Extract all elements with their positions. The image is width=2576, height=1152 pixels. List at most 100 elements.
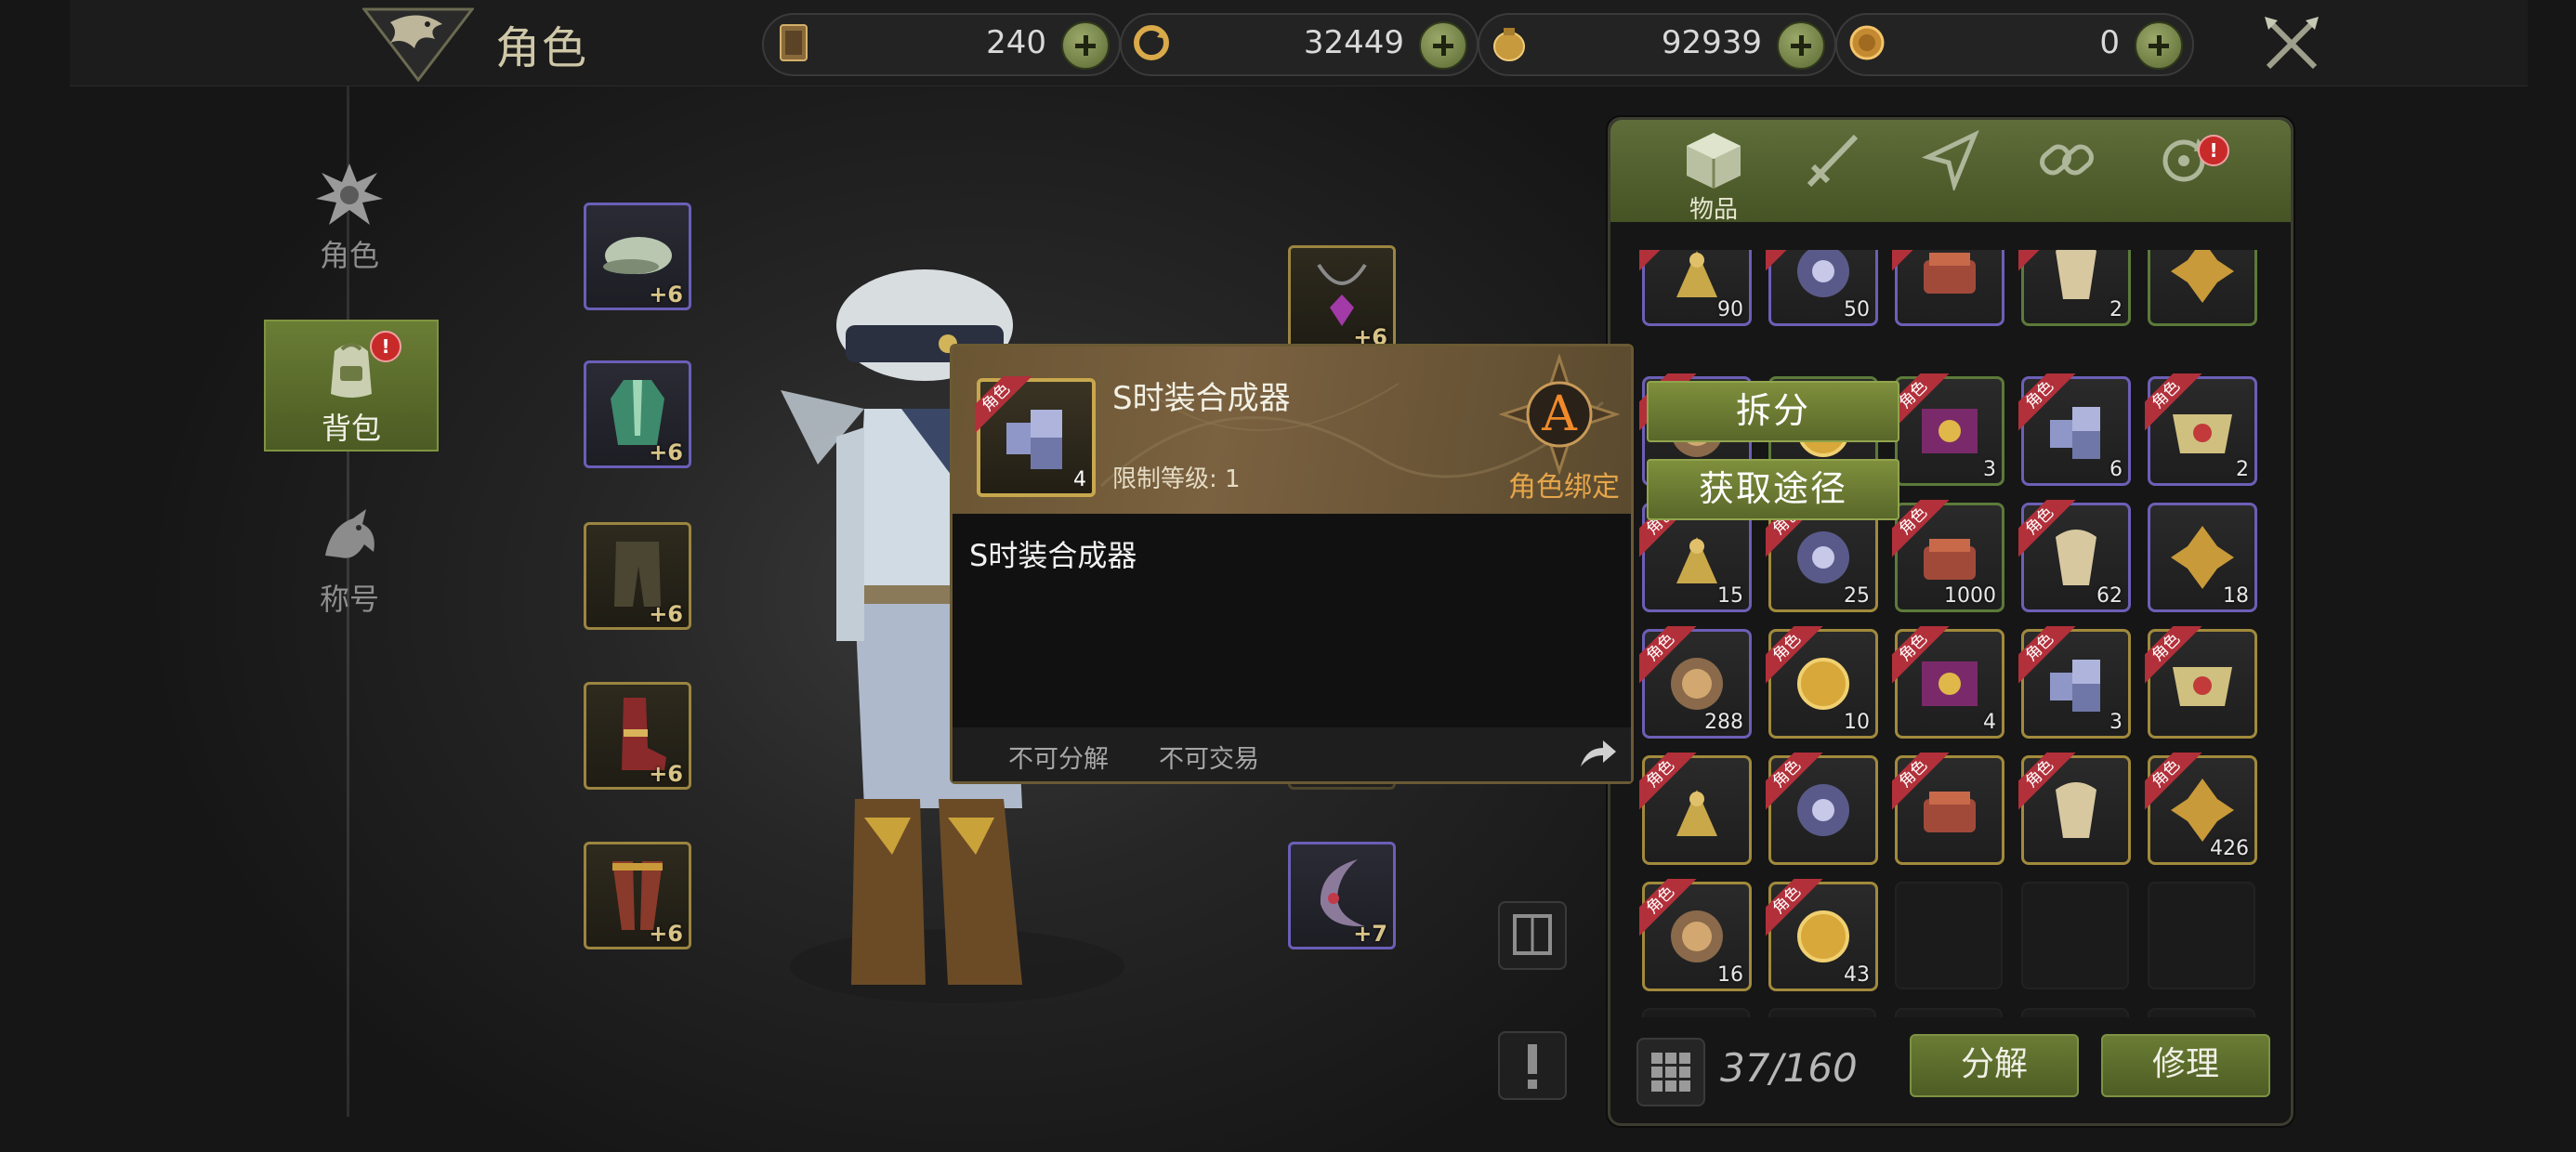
nav-item-label: 称号 bbox=[319, 582, 379, 617]
add-currency-button[interactable] bbox=[2135, 21, 2183, 70]
item-quantity: 2 bbox=[2109, 298, 2123, 321]
equip-slot-belt[interactable]: +6 bbox=[584, 842, 691, 949]
info-button[interactable] bbox=[1498, 1031, 1567, 1100]
add-currency-button[interactable] bbox=[1061, 21, 1110, 70]
inventory-item[interactable]: 角色 62 bbox=[2018, 500, 2131, 612]
item-quantity: 426 bbox=[2210, 837, 2249, 860]
inventory-item[interactable]: 角色 bbox=[1892, 753, 2004, 865]
ribbon-label: 角色 bbox=[1639, 879, 1698, 937]
inventory-item[interactable]: 角色 43 bbox=[1766, 879, 1878, 991]
inventory-item[interactable]: 角色 1000 bbox=[1892, 500, 2004, 612]
crossed-swords-close-icon[interactable] bbox=[2261, 13, 2322, 74]
item-quantity: 4 bbox=[1983, 711, 1996, 734]
tab-items[interactable]: 物品 bbox=[1672, 129, 1755, 224]
dragon-emblem-icon bbox=[362, 7, 474, 82]
inventory-item[interactable]: 角色 3 bbox=[1892, 373, 2004, 486]
add-currency-button[interactable] bbox=[1419, 21, 1467, 70]
wardrobe-button[interactable] bbox=[1498, 901, 1567, 970]
repair-button[interactable]: 修理 bbox=[2101, 1034, 2270, 1097]
inventory-item[interactable]: 角色 288 bbox=[1639, 626, 1752, 739]
nav-item-backpack[interactable]: ! 背包 bbox=[264, 320, 439, 452]
ribbon-label: 角色 bbox=[2018, 500, 2077, 558]
inventory-item[interactable]: 18 bbox=[2148, 503, 2257, 612]
inventory-item[interactable]: 角色 10 bbox=[1766, 626, 1878, 739]
tooltip-item-icon: 角色 4 bbox=[975, 376, 1096, 497]
currency-value: 92939 bbox=[1661, 24, 1762, 61]
inventory-item[interactable]: 角色 2 bbox=[2145, 373, 2257, 486]
tooltip-level-requirement: 限制等级: 1 bbox=[1112, 465, 1241, 493]
grid-view-button[interactable] bbox=[1636, 1038, 1705, 1106]
equip-slot-top[interactable]: +6 bbox=[584, 360, 691, 468]
currency-gold: 92939 bbox=[1478, 13, 1836, 76]
ribbon-label: 角色 bbox=[2018, 626, 2077, 685]
empty-slot[interactable] bbox=[2021, 882, 2129, 989]
share-icon[interactable] bbox=[1577, 735, 1618, 772]
empty-slot[interactable] bbox=[1642, 1008, 1750, 1017]
page-title: 角色 bbox=[495, 22, 589, 74]
bound-ribbon: 角色 bbox=[1639, 753, 1699, 812]
tab-links[interactable] bbox=[2025, 129, 2109, 213]
equip-slot-hat[interactable]: +6 bbox=[584, 203, 691, 310]
equip-slot-necklace[interactable]: +6 bbox=[1288, 245, 1396, 353]
ribbon-label: 角色 bbox=[1892, 753, 1951, 811]
item-icon bbox=[2171, 250, 2234, 303]
inventory-capacity: 37/160 bbox=[1720, 1045, 1858, 1091]
inventory-tabs: 物品 ! bbox=[1610, 120, 2291, 224]
currency-value: 32449 bbox=[1303, 24, 1404, 61]
inventory-item[interactable]: 角色 4 bbox=[1892, 626, 2004, 739]
currency-coin: 0 bbox=[1835, 13, 2194, 76]
bound-ribbon: 角色 bbox=[2018, 753, 2078, 812]
enhance-level: +6 bbox=[649, 921, 683, 947]
nav-item-character[interactable]: 角色 bbox=[264, 149, 435, 277]
equip-slot-weapon[interactable]: +7 bbox=[1288, 842, 1396, 949]
split-button[interactable]: 拆分 bbox=[1647, 381, 1899, 442]
inventory-panel: 物品 ! 90 50 2 角色 3 角色 6 角色 2 角色 15 角色 25 … bbox=[1608, 117, 2293, 1126]
inventory-item[interactable]: 角色 16 bbox=[1639, 879, 1752, 991]
tab-recycle[interactable]: ! bbox=[2142, 129, 2229, 213]
inventory-footer: 37/160 分解 修理 bbox=[1610, 1021, 2291, 1123]
inventory-grid: 角色90角色50角色角色2角色4角色3角色6角色2角色15角色25角色1000角… bbox=[1638, 250, 2270, 1017]
inventory-item[interactable] bbox=[2148, 250, 2257, 326]
enhance-level: +6 bbox=[649, 281, 683, 308]
obtain-source-button[interactable]: 获取途径 bbox=[1647, 459, 1899, 520]
nav-item-title[interactable]: 称号 bbox=[264, 492, 435, 621]
inventory-item[interactable]: 角色 426 bbox=[2145, 753, 2257, 865]
empty-slot[interactable] bbox=[2021, 1008, 2129, 1017]
gold-sack-icon bbox=[1493, 28, 1525, 61]
tab-equipment[interactable] bbox=[1791, 129, 1874, 213]
empty-slot[interactable] bbox=[1895, 1008, 2003, 1017]
inventory-item[interactable]: 角色 6 bbox=[2018, 373, 2131, 486]
empty-slot[interactable] bbox=[2148, 882, 2255, 989]
ribbon-label: 角色 bbox=[1892, 373, 1951, 432]
inventory-item[interactable]: 角色 bbox=[2018, 753, 2131, 865]
ribbon-label: 角色 bbox=[975, 376, 1033, 435]
empty-slot[interactable] bbox=[1895, 882, 2003, 989]
item-quantity: 6 bbox=[2109, 458, 2123, 481]
empty-slot[interactable] bbox=[2148, 1008, 2255, 1017]
equip-slot-boots[interactable]: +6 bbox=[584, 682, 691, 790]
inventory-item[interactable]: 角色 bbox=[1639, 753, 1752, 865]
item-quantity: 10 bbox=[1844, 711, 1870, 734]
currency-cycle: 32449 bbox=[1120, 13, 1479, 76]
cycle-coin-icon bbox=[1134, 25, 1169, 60]
bound-ribbon: 角色 bbox=[1892, 753, 1952, 812]
bound-ribbon: 角色 bbox=[1892, 626, 1952, 686]
inventory-item[interactable]: 角色 bbox=[2145, 626, 2257, 739]
inventory-item[interactable]: 角色 bbox=[1766, 753, 1878, 865]
add-currency-button[interactable] bbox=[1777, 21, 1825, 70]
item-quantity: 1000 bbox=[1944, 584, 1996, 608]
decompose-button[interactable]: 分解 bbox=[1910, 1034, 2079, 1097]
inventory-item[interactable]: 角色 3 bbox=[2018, 626, 2131, 739]
inventory-item[interactable]: 角色 2 bbox=[2018, 250, 2131, 326]
inventory-item[interactable]: 角色 bbox=[1892, 250, 2004, 326]
inventory-item[interactable]: 角色 90 bbox=[1639, 250, 1752, 326]
ribbon-label: 角色 bbox=[1639, 753, 1698, 811]
tab-consumables[interactable] bbox=[1910, 129, 1993, 213]
ribbon-label: 角色 bbox=[2145, 373, 2203, 432]
enhance-level: +6 bbox=[649, 601, 683, 627]
equip-slot-pants[interactable]: +6 bbox=[584, 522, 691, 630]
bound-ribbon: 角色 bbox=[1766, 879, 1825, 938]
no-trade-flag: 不可交易 bbox=[1159, 745, 1259, 774]
inventory-item[interactable]: 角色 50 bbox=[1766, 250, 1878, 326]
empty-slot[interactable] bbox=[1768, 1008, 1876, 1017]
